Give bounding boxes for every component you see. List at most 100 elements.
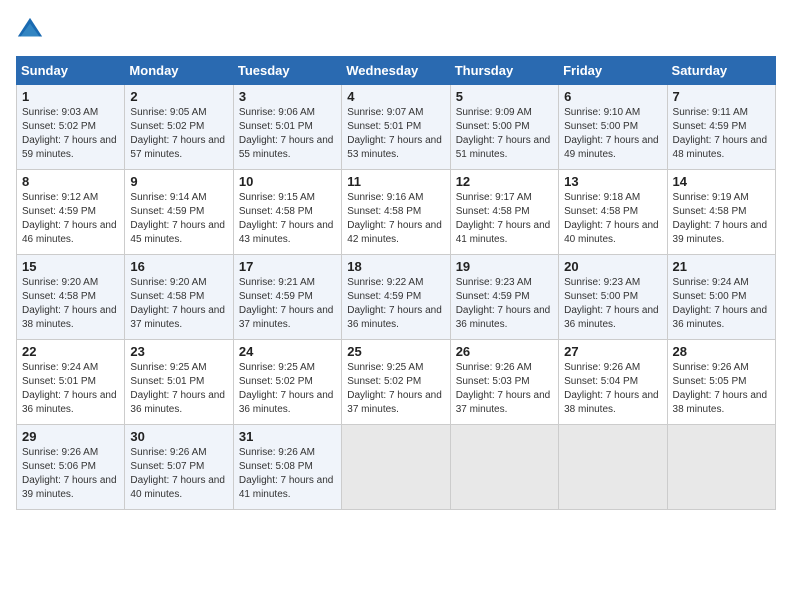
logo [16, 16, 48, 44]
day-number: 5 [456, 89, 553, 104]
day-number: 1 [22, 89, 119, 104]
logo-icon [16, 16, 44, 44]
calendar-cell: 15 Sunrise: 9:20 AMSunset: 4:58 PMDaylig… [17, 255, 125, 340]
day-number: 26 [456, 344, 553, 359]
calendar-cell: 28 Sunrise: 9:26 AMSunset: 5:05 PMDaylig… [667, 340, 775, 425]
header-sunday: Sunday [17, 57, 125, 85]
cell-details: Sunrise: 9:19 AMSunset: 4:58 PMDaylight:… [673, 192, 768, 245]
calendar-week-4: 22 Sunrise: 9:24 AMSunset: 5:01 PMDaylig… [17, 340, 776, 425]
calendar-header-row: SundayMondayTuesdayWednesdayThursdayFrid… [17, 57, 776, 85]
calendar-cell: 11 Sunrise: 9:16 AMSunset: 4:58 PMDaylig… [342, 170, 450, 255]
calendar-week-3: 15 Sunrise: 9:20 AMSunset: 4:58 PMDaylig… [17, 255, 776, 340]
calendar-cell [559, 425, 667, 510]
cell-details: Sunrise: 9:24 AMSunset: 5:01 PMDaylight:… [22, 362, 117, 415]
calendar-cell: 5 Sunrise: 9:09 AMSunset: 5:00 PMDayligh… [450, 85, 558, 170]
day-number: 6 [564, 89, 661, 104]
calendar-cell: 23 Sunrise: 9:25 AMSunset: 5:01 PMDaylig… [125, 340, 233, 425]
cell-details: Sunrise: 9:20 AMSunset: 4:58 PMDaylight:… [130, 277, 225, 330]
calendar-cell: 26 Sunrise: 9:26 AMSunset: 5:03 PMDaylig… [450, 340, 558, 425]
cell-details: Sunrise: 9:26 AMSunset: 5:07 PMDaylight:… [130, 447, 225, 500]
cell-details: Sunrise: 9:16 AMSunset: 4:58 PMDaylight:… [347, 192, 442, 245]
calendar-cell: 7 Sunrise: 9:11 AMSunset: 4:59 PMDayligh… [667, 85, 775, 170]
cell-details: Sunrise: 9:24 AMSunset: 5:00 PMDaylight:… [673, 277, 768, 330]
day-number: 24 [239, 344, 336, 359]
calendar-cell: 12 Sunrise: 9:17 AMSunset: 4:58 PMDaylig… [450, 170, 558, 255]
calendar-cell: 4 Sunrise: 9:07 AMSunset: 5:01 PMDayligh… [342, 85, 450, 170]
cell-details: Sunrise: 9:12 AMSunset: 4:59 PMDaylight:… [22, 192, 117, 245]
calendar-cell: 19 Sunrise: 9:23 AMSunset: 4:59 PMDaylig… [450, 255, 558, 340]
calendar-table: SundayMondayTuesdayWednesdayThursdayFrid… [16, 56, 776, 510]
calendar-cell [342, 425, 450, 510]
cell-details: Sunrise: 9:26 AMSunset: 5:06 PMDaylight:… [22, 447, 117, 500]
day-number: 18 [347, 259, 444, 274]
day-number: 9 [130, 174, 227, 189]
cell-details: Sunrise: 9:26 AMSunset: 5:03 PMDaylight:… [456, 362, 551, 415]
cell-details: Sunrise: 9:26 AMSunset: 5:08 PMDaylight:… [239, 447, 334, 500]
calendar-week-2: 8 Sunrise: 9:12 AMSunset: 4:59 PMDayligh… [17, 170, 776, 255]
day-number: 20 [564, 259, 661, 274]
cell-details: Sunrise: 9:11 AMSunset: 4:59 PMDaylight:… [673, 107, 768, 160]
calendar-cell: 14 Sunrise: 9:19 AMSunset: 4:58 PMDaylig… [667, 170, 775, 255]
calendar-cell: 1 Sunrise: 9:03 AMSunset: 5:02 PMDayligh… [17, 85, 125, 170]
calendar-week-1: 1 Sunrise: 9:03 AMSunset: 5:02 PMDayligh… [17, 85, 776, 170]
day-number: 31 [239, 429, 336, 444]
calendar-cell: 13 Sunrise: 9:18 AMSunset: 4:58 PMDaylig… [559, 170, 667, 255]
cell-details: Sunrise: 9:25 AMSunset: 5:02 PMDaylight:… [239, 362, 334, 415]
cell-details: Sunrise: 9:18 AMSunset: 4:58 PMDaylight:… [564, 192, 659, 245]
cell-details: Sunrise: 9:06 AMSunset: 5:01 PMDaylight:… [239, 107, 334, 160]
header-wednesday: Wednesday [342, 57, 450, 85]
calendar-body: 1 Sunrise: 9:03 AMSunset: 5:02 PMDayligh… [17, 85, 776, 510]
calendar-cell: 25 Sunrise: 9:25 AMSunset: 5:02 PMDaylig… [342, 340, 450, 425]
calendar-cell: 24 Sunrise: 9:25 AMSunset: 5:02 PMDaylig… [233, 340, 341, 425]
header-thursday: Thursday [450, 57, 558, 85]
day-number: 22 [22, 344, 119, 359]
calendar-cell: 17 Sunrise: 9:21 AMSunset: 4:59 PMDaylig… [233, 255, 341, 340]
day-number: 21 [673, 259, 770, 274]
day-number: 4 [347, 89, 444, 104]
calendar-cell [450, 425, 558, 510]
day-number: 8 [22, 174, 119, 189]
day-number: 7 [673, 89, 770, 104]
cell-details: Sunrise: 9:05 AMSunset: 5:02 PMDaylight:… [130, 107, 225, 160]
calendar-cell: 31 Sunrise: 9:26 AMSunset: 5:08 PMDaylig… [233, 425, 341, 510]
day-number: 15 [22, 259, 119, 274]
cell-details: Sunrise: 9:15 AMSunset: 4:58 PMDaylight:… [239, 192, 334, 245]
header-saturday: Saturday [667, 57, 775, 85]
calendar-cell: 21 Sunrise: 9:24 AMSunset: 5:00 PMDaylig… [667, 255, 775, 340]
calendar-cell: 16 Sunrise: 9:20 AMSunset: 4:58 PMDaylig… [125, 255, 233, 340]
day-number: 28 [673, 344, 770, 359]
page-header [16, 16, 776, 44]
day-number: 3 [239, 89, 336, 104]
cell-details: Sunrise: 9:21 AMSunset: 4:59 PMDaylight:… [239, 277, 334, 330]
calendar-cell: 22 Sunrise: 9:24 AMSunset: 5:01 PMDaylig… [17, 340, 125, 425]
day-number: 27 [564, 344, 661, 359]
calendar-week-5: 29 Sunrise: 9:26 AMSunset: 5:06 PMDaylig… [17, 425, 776, 510]
cell-details: Sunrise: 9:07 AMSunset: 5:01 PMDaylight:… [347, 107, 442, 160]
day-number: 17 [239, 259, 336, 274]
day-number: 29 [22, 429, 119, 444]
day-number: 14 [673, 174, 770, 189]
day-number: 25 [347, 344, 444, 359]
cell-details: Sunrise: 9:20 AMSunset: 4:58 PMDaylight:… [22, 277, 117, 330]
calendar-cell [667, 425, 775, 510]
cell-details: Sunrise: 9:26 AMSunset: 5:04 PMDaylight:… [564, 362, 659, 415]
header-friday: Friday [559, 57, 667, 85]
header-monday: Monday [125, 57, 233, 85]
cell-details: Sunrise: 9:25 AMSunset: 5:01 PMDaylight:… [130, 362, 225, 415]
calendar-cell: 8 Sunrise: 9:12 AMSunset: 4:59 PMDayligh… [17, 170, 125, 255]
cell-details: Sunrise: 9:09 AMSunset: 5:00 PMDaylight:… [456, 107, 551, 160]
cell-details: Sunrise: 9:23 AMSunset: 4:59 PMDaylight:… [456, 277, 551, 330]
calendar-cell: 6 Sunrise: 9:10 AMSunset: 5:00 PMDayligh… [559, 85, 667, 170]
calendar-cell: 9 Sunrise: 9:14 AMSunset: 4:59 PMDayligh… [125, 170, 233, 255]
calendar-cell: 3 Sunrise: 9:06 AMSunset: 5:01 PMDayligh… [233, 85, 341, 170]
day-number: 11 [347, 174, 444, 189]
calendar-cell: 10 Sunrise: 9:15 AMSunset: 4:58 PMDaylig… [233, 170, 341, 255]
calendar-cell: 27 Sunrise: 9:26 AMSunset: 5:04 PMDaylig… [559, 340, 667, 425]
day-number: 12 [456, 174, 553, 189]
cell-details: Sunrise: 9:14 AMSunset: 4:59 PMDaylight:… [130, 192, 225, 245]
calendar-cell: 29 Sunrise: 9:26 AMSunset: 5:06 PMDaylig… [17, 425, 125, 510]
calendar-cell: 18 Sunrise: 9:22 AMSunset: 4:59 PMDaylig… [342, 255, 450, 340]
cell-details: Sunrise: 9:25 AMSunset: 5:02 PMDaylight:… [347, 362, 442, 415]
day-number: 16 [130, 259, 227, 274]
day-number: 10 [239, 174, 336, 189]
